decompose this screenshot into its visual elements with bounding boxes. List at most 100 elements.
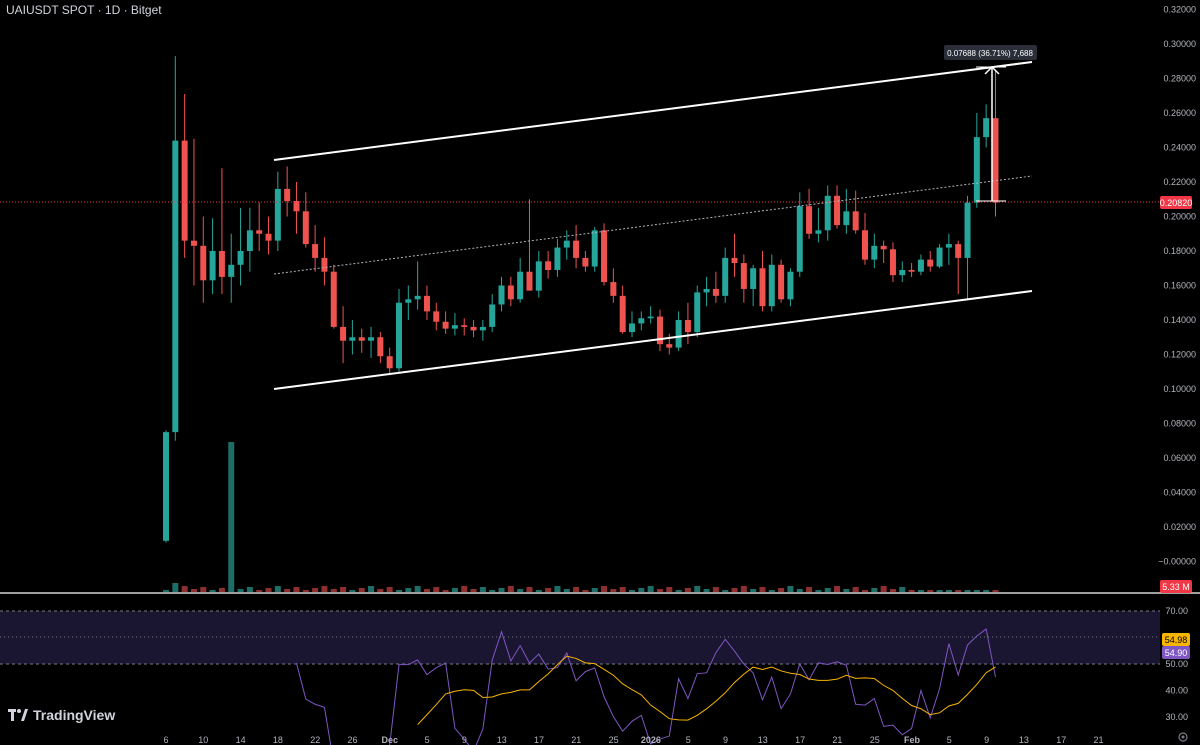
candle-body [638, 318, 645, 324]
time-tick-label: 9 [984, 735, 989, 745]
volume-bar [368, 586, 375, 592]
candle-body [945, 244, 952, 248]
volume-bar [852, 587, 859, 592]
settings-gear-icon[interactable] [1178, 732, 1188, 742]
candle-body [712, 288, 719, 296]
candle-body [470, 326, 477, 331]
volume-bar [656, 589, 663, 592]
time-tick-label: 6 [163, 735, 168, 745]
candle-body [507, 285, 514, 300]
candle-body [442, 321, 449, 329]
price-tick-label: 0.12000 [1163, 350, 1196, 360]
candle-body [498, 285, 505, 305]
time-tick-label: 10 [198, 735, 208, 745]
candle-body [423, 295, 430, 312]
time-axis[interactable]: 6 10 14 18 22 26 Dec 5 9 13 17 21 25 2026 5 9 13 17 21 25 Fe… [163, 735, 1103, 745]
candle-body [573, 240, 580, 258]
candle-body [675, 320, 682, 348]
time-tick-label: 17 [795, 735, 805, 745]
trend-channel[interactable] [273, 61, 1033, 390]
candle-body [265, 233, 272, 241]
volume-bar [731, 588, 738, 592]
time-tick-label: 13 [497, 735, 507, 745]
rsi-axis[interactable]: 70.0060.0050.0040.0030.00 [1165, 606, 1188, 722]
price-tick-label: 0.32000 [1163, 5, 1196, 15]
price-tick-label: 0.16000 [1163, 281, 1196, 291]
candle-body [964, 202, 971, 258]
volume-bar [955, 590, 962, 592]
candle-body [917, 259, 924, 272]
volume-bar [722, 590, 729, 592]
candle-body [908, 269, 915, 272]
volume-bar [675, 590, 682, 592]
candle-body [992, 118, 999, 203]
candle-body [163, 432, 169, 541]
volume-bar [899, 587, 906, 592]
candle-body [200, 245, 207, 281]
time-tick-label: 22 [310, 735, 320, 745]
volume-bar [629, 590, 635, 592]
price-tick-label: 0.18000 [1163, 246, 1196, 256]
price-tick-label: −0.00000 [1158, 557, 1196, 567]
rsi-tick-label: 70.00 [1165, 606, 1188, 616]
volume-bar [218, 588, 225, 592]
candle-body [955, 244, 962, 258]
time-tick-label: 18 [273, 735, 283, 745]
tradingview-logo[interactable]: TradingView [8, 707, 115, 723]
volume-bar [526, 587, 533, 592]
volume-bar [768, 590, 775, 592]
price-axis[interactable]: 0.32000 0.30000 0.28000 0.26000 0.24000 0.220… [1158, 5, 1196, 567]
symbol-title[interactable]: UAIUSDT SPOT · 1D · Bitget [6, 3, 162, 17]
volume-bar [703, 589, 710, 592]
candle-body [983, 118, 990, 138]
candle-body [796, 206, 803, 272]
candle-body [545, 261, 552, 270]
volume-bar [917, 590, 924, 592]
volume-bar [190, 589, 197, 592]
volume-bar [647, 586, 654, 592]
candle-body [834, 195, 841, 226]
candle-body [778, 264, 785, 300]
candle-body [433, 311, 440, 322]
volume-bar [610, 589, 617, 592]
price-tick-label: 0.02000 [1163, 522, 1196, 532]
candle-body [321, 257, 328, 272]
time-tick-label: 5 [947, 735, 952, 745]
candle-body [862, 230, 868, 260]
price-tick-label: 0.20000 [1163, 212, 1196, 222]
volume-bar [535, 590, 542, 592]
candle-body [396, 302, 402, 369]
volume-bar [554, 586, 561, 592]
candle-body [479, 326, 486, 331]
channel-upper-line [273, 61, 1033, 161]
candle-body [684, 320, 691, 333]
volume-bar [172, 583, 179, 592]
candle-body [349, 337, 356, 341]
candle-body [190, 240, 197, 246]
volume-bar [694, 586, 701, 592]
price-chart[interactable]: 0.07688 (36.71%) 7,688 0.32000 0.30000 0.2… [0, 0, 1200, 745]
time-tick-label: 9 [462, 735, 467, 745]
candle-body [405, 299, 412, 303]
volume-bar [200, 587, 207, 592]
volume-bar [834, 586, 841, 592]
rsi-ma-line [417, 655, 996, 725]
time-tick-label: 21 [832, 735, 842, 745]
candle-body [629, 323, 635, 333]
volume-histogram [163, 442, 999, 592]
candle-body [237, 251, 244, 265]
candle-body [610, 282, 617, 296]
tradingview-logo-text: TradingView [33, 707, 116, 723]
rsi-tick-label: 40.00 [1165, 686, 1188, 696]
candle-body [414, 295, 421, 300]
volume-bar [302, 590, 309, 592]
volume-bar [433, 587, 440, 592]
candle-body [302, 211, 309, 245]
volume-bar [358, 588, 365, 592]
candle-body [358, 337, 365, 341]
candle-body [936, 247, 943, 267]
volume-bar [461, 586, 468, 592]
candle-body [554, 247, 561, 270]
volume-bar [908, 590, 915, 592]
measure-tool[interactable]: 0.07688 (36.71%) 7,688 [944, 45, 1037, 202]
